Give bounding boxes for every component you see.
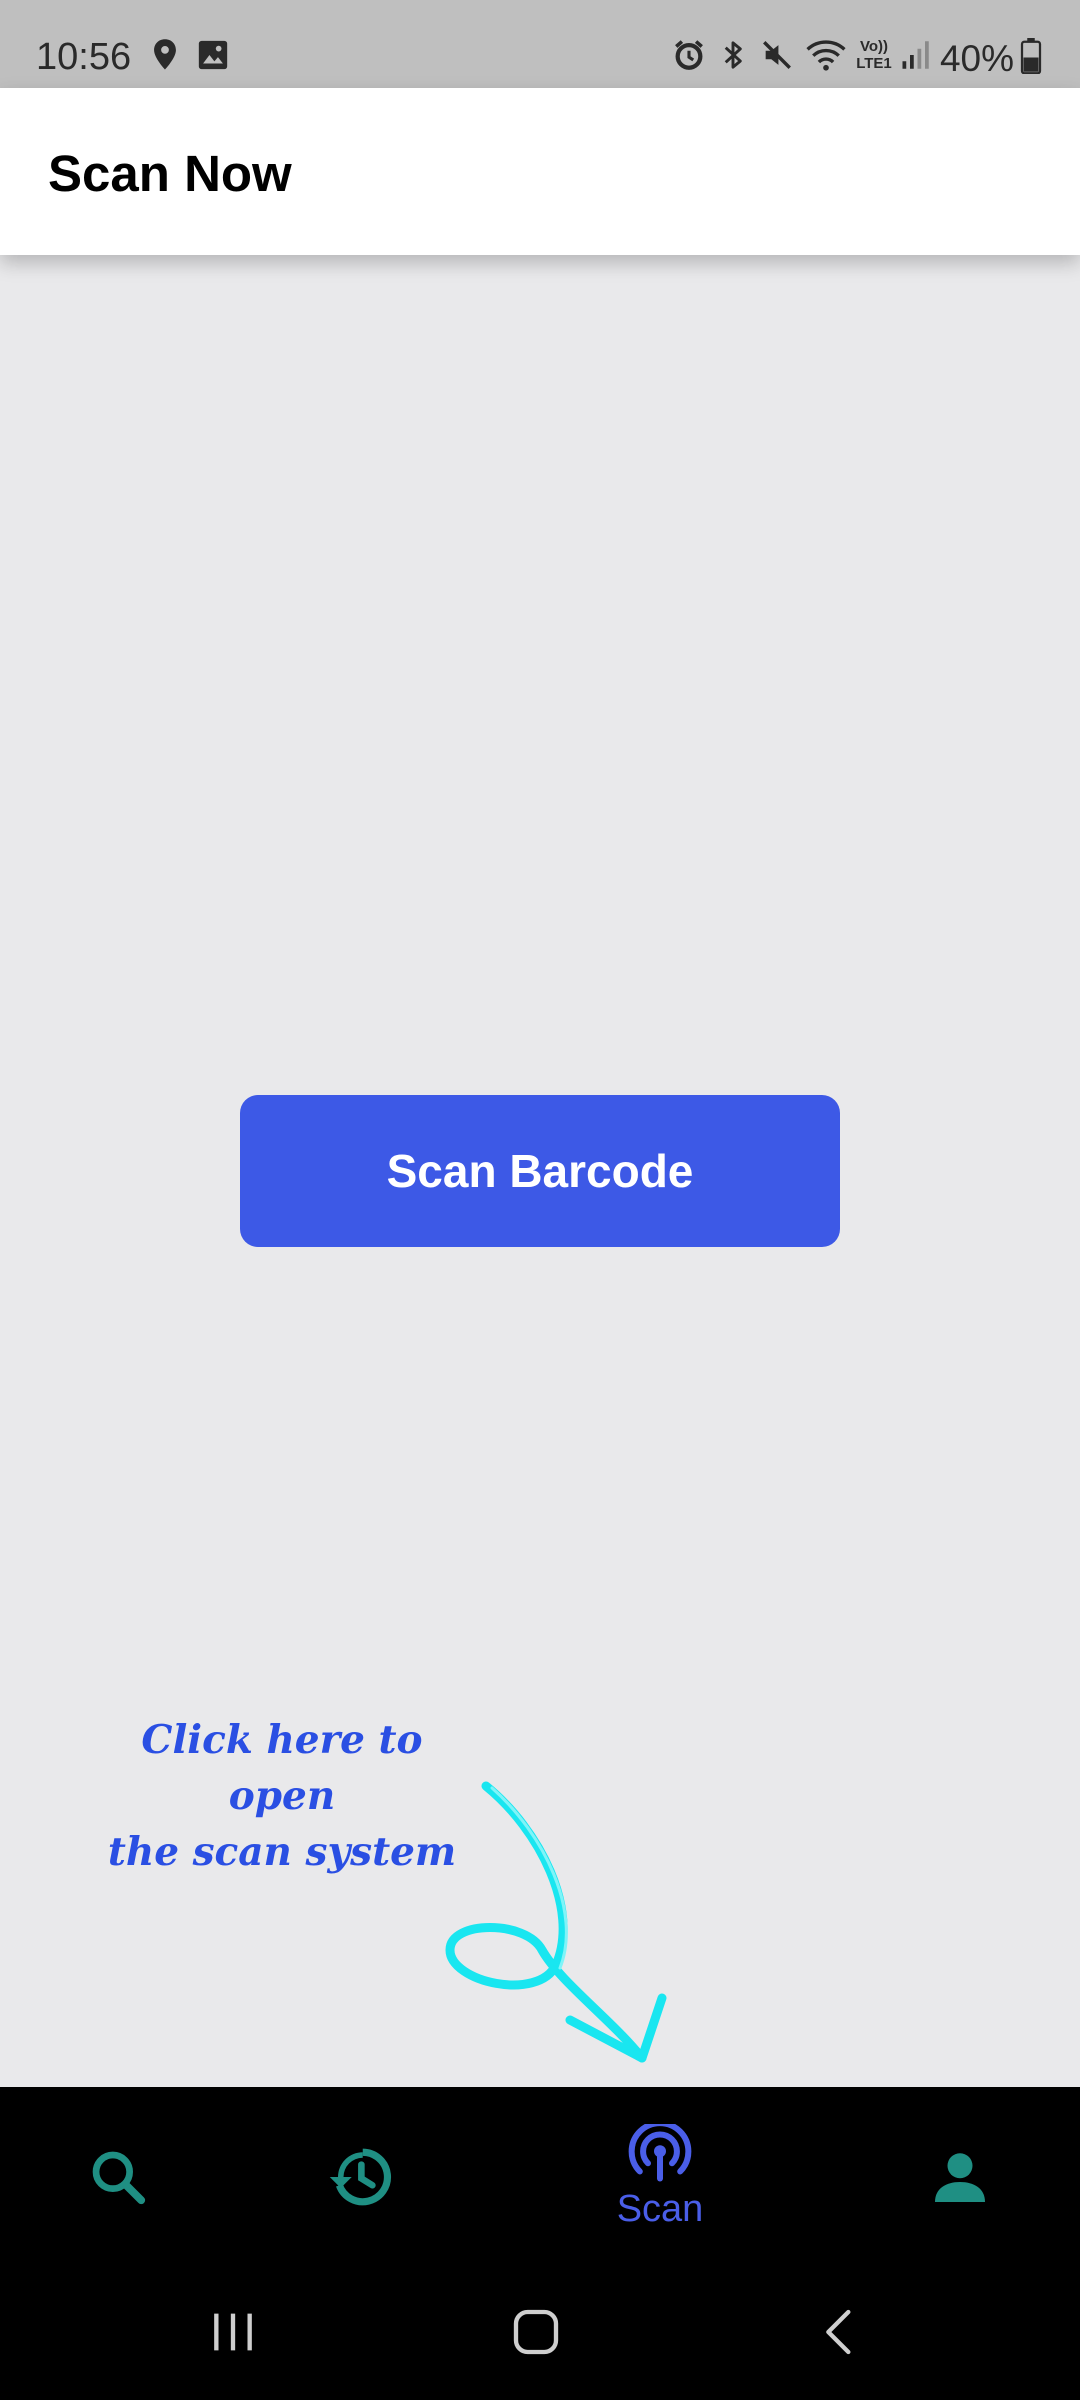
location-icon <box>154 39 176 70</box>
nav-label-scan: Scan <box>616 2187 704 2230</box>
status-bar: 10:56 Vo)) LTE1 40% <box>0 0 1080 88</box>
volte-icon: Vo)) LTE1 <box>856 38 892 72</box>
gallery-icon <box>198 40 228 70</box>
recent-apps-button[interactable] <box>173 2297 293 2367</box>
recent-apps-icon <box>214 2313 252 2351</box>
system-nav <box>0 2267 1080 2400</box>
annotation-arrow-icon <box>445 1781 667 2063</box>
app-bar: Scan Now <box>0 88 1080 255</box>
search-icon <box>92 2151 146 2205</box>
battery-icon <box>1020 38 1042 74</box>
screen: 10:56 Vo)) LTE1 40% Scan Now Scan Barcod… <box>0 0 1080 2400</box>
nav-item-history[interactable] <box>260 2087 460 2267</box>
home-button[interactable] <box>476 2297 596 2367</box>
annotation-text: Click here to open the scan system <box>92 1712 472 1880</box>
nav-item-profile[interactable] <box>860 2087 1060 2267</box>
nav-item-scan[interactable]: Scan <box>560 2087 760 2267</box>
battery-percent: 40% <box>939 38 1014 79</box>
home-icon <box>513 2309 559 2355</box>
nav-item-search[interactable] <box>18 2087 218 2267</box>
annotation-line-2: the scan system <box>107 1829 457 1875</box>
page-title: Scan Now <box>48 145 292 202</box>
profile-icon <box>935 2153 985 2202</box>
annotation-line-1: Click here to open <box>141 1717 423 1819</box>
bottom-nav: Scan <box>0 2087 1080 2267</box>
back-button[interactable] <box>780 2297 900 2367</box>
status-time: 10:56 <box>36 36 132 78</box>
scan-barcode-button[interactable]: Scan Barcode <box>240 1095 840 1247</box>
alarm-icon <box>675 40 703 70</box>
wifi-icon <box>806 40 846 71</box>
back-icon <box>826 2309 851 2355</box>
scan-radar-icon <box>628 2123 692 2182</box>
history-icon <box>329 2148 392 2206</box>
signal-icon <box>902 41 929 69</box>
mute-icon <box>763 41 791 69</box>
bluetooth-icon <box>724 41 742 69</box>
